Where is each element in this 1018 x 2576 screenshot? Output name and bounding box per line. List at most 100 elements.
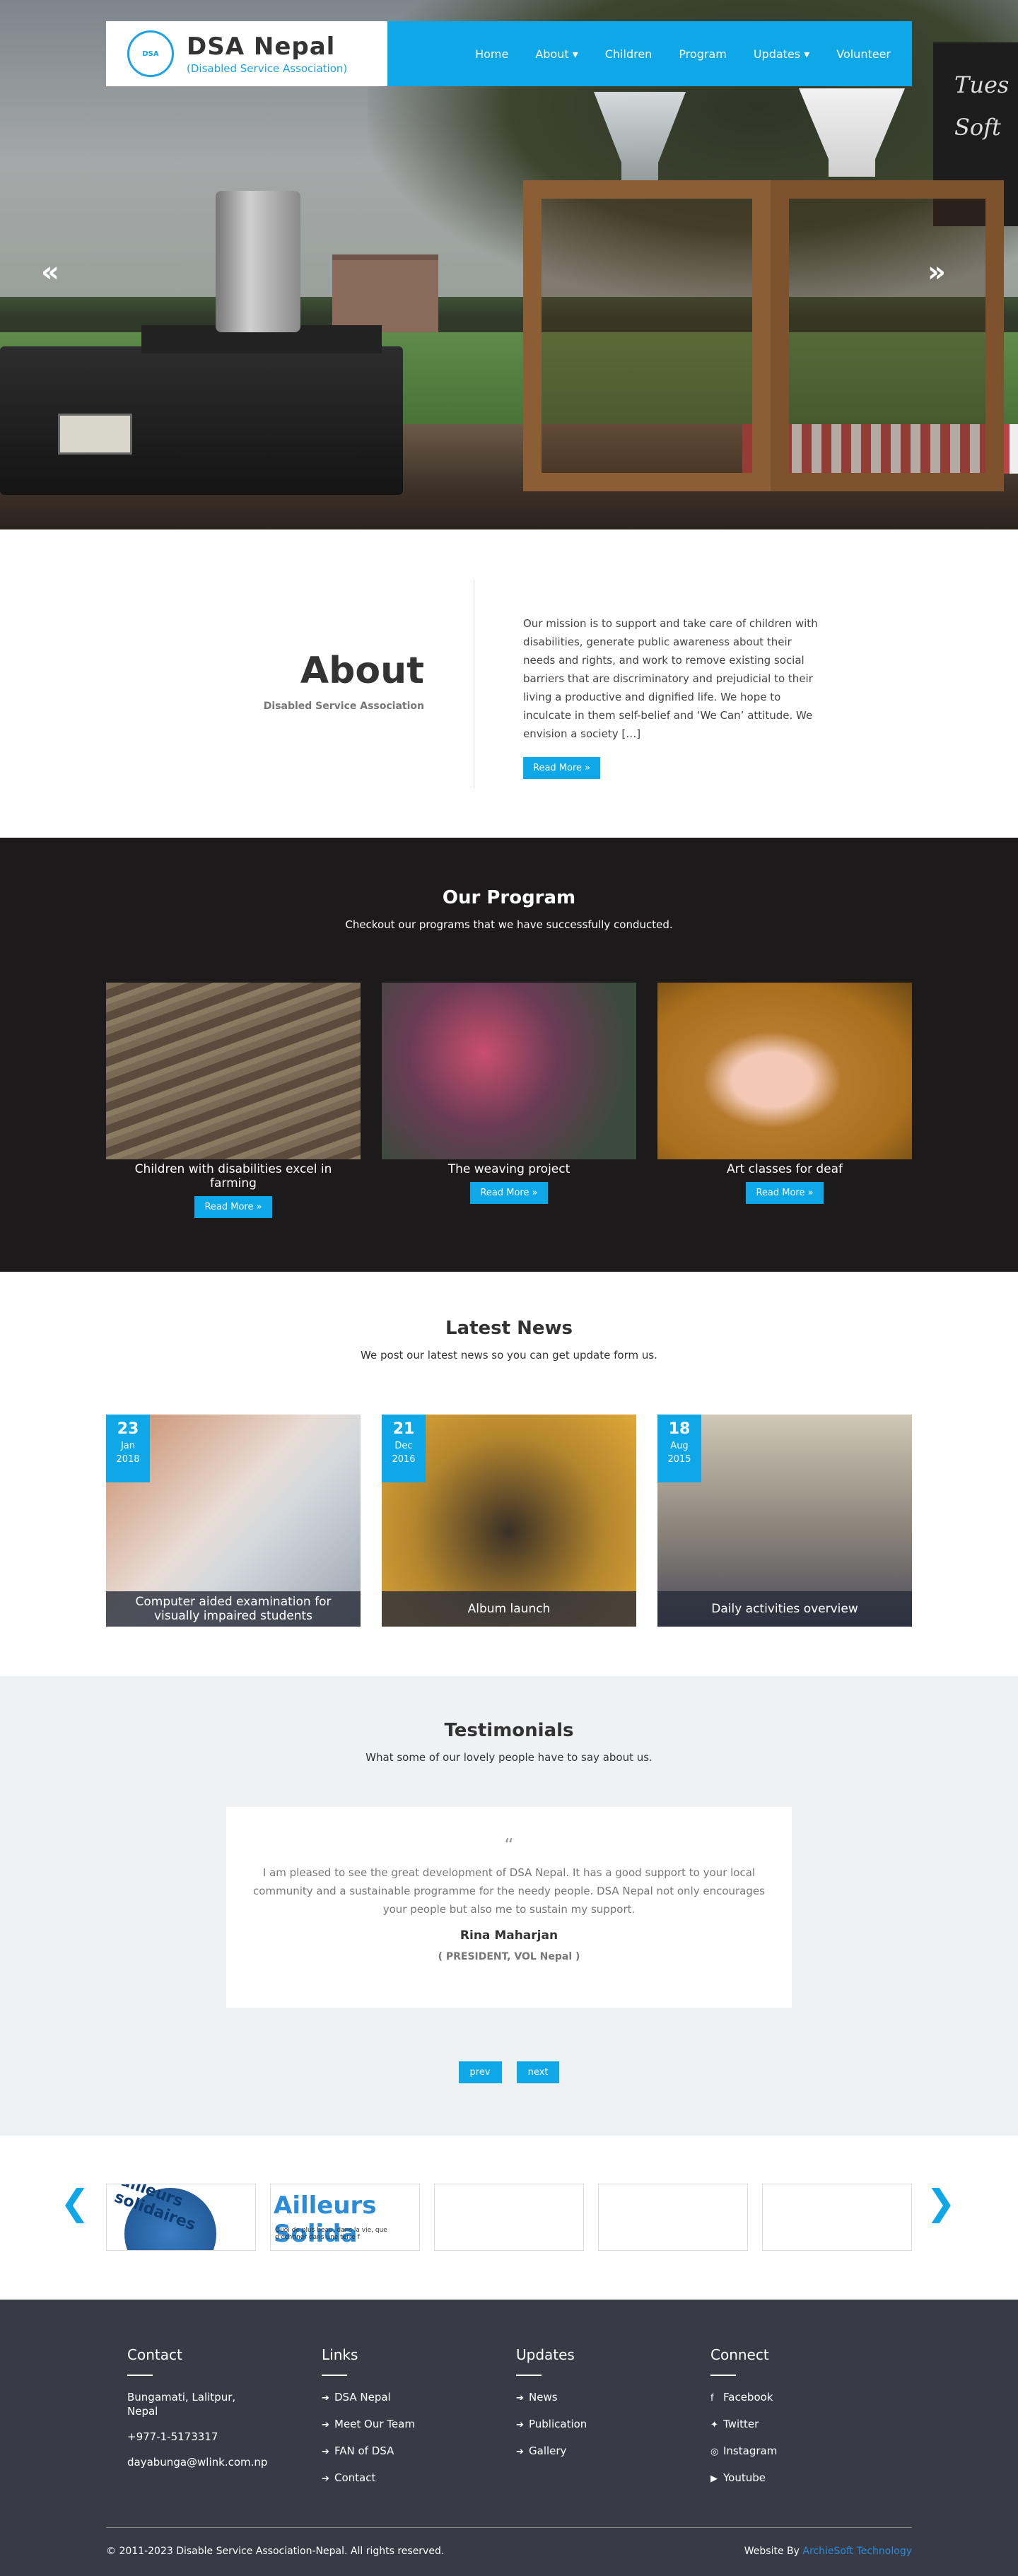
testimonial-card: “ I am pleased to see the great developm… — [226, 1807, 792, 2008]
program-caption[interactable]: Art classes for deaf — [657, 1162, 912, 1176]
news-caption[interactable]: Daily activities overview — [657, 1591, 912, 1627]
news-card[interactable]: 21 Dec 2016 Album launch — [382, 1415, 636, 1627]
instagram-icon: ◎ — [710, 2447, 719, 2457]
news-subtitle: We post our latest news so you can get u… — [361, 1349, 657, 1362]
news-year: 2016 — [392, 1454, 416, 1465]
arrow-right-icon: ➔ — [516, 2447, 524, 2457]
news-title: Latest News — [445, 1318, 573, 1339]
testimonial-nav: prev next — [0, 2061, 1018, 2083]
testimonial-text: I am pleased to see the great developmen… — [253, 1866, 765, 1916]
footer-link-dsa-nepal[interactable]: ➔ DSA Nepal — [322, 2390, 516, 2406]
program-read-more-button[interactable]: Read More » — [470, 1182, 548, 1204]
testimonial-prev-button[interactable]: prev — [458, 2061, 502, 2083]
footer-link-label: Twitter — [723, 2418, 759, 2430]
program-image-farming[interactable] — [106, 983, 361, 1159]
program-read-more-button[interactable]: Read More » — [194, 1196, 272, 1218]
news-day: 18 — [668, 1420, 691, 1438]
footer-youtube-link[interactable]: ▶ Youtube — [710, 2471, 905, 2486]
footer-instagram-link[interactable]: ◎ Instagram — [710, 2444, 905, 2459]
footer-phone: +977-1-5173317 — [127, 2430, 218, 2443]
brand-subtitle: (Disabled Service Association) — [187, 62, 348, 75]
testimonial-next-button[interactable]: next — [516, 2061, 560, 2083]
footer-link-fan[interactable]: ➔ FAN of DSA — [322, 2444, 516, 2459]
program-image-weaving[interactable] — [382, 983, 636, 1159]
partner-logo[interactable]: Ailleurs Solida Quoi de plus beau, dans l… — [270, 2184, 420, 2251]
about-body: Our mission is to support and take care … — [523, 614, 820, 779]
program-caption[interactable]: Children with disabilities excel in farm… — [106, 1162, 361, 1190]
partner-logo-empty[interactable] — [762, 2184, 912, 2251]
footer-underline — [710, 2375, 736, 2376]
program-cards: Children with disabilities excel in farm… — [106, 983, 912, 1218]
nav-updates[interactable]: Updates ▾ — [754, 47, 809, 61]
news-caption[interactable]: Computer aided examination for visually … — [106, 1591, 361, 1627]
nav-home[interactable]: Home — [475, 47, 508, 61]
program-image-art[interactable] — [657, 983, 912, 1159]
about-subtitle: Disabled Service Association — [263, 701, 424, 712]
facebook-icon: f — [710, 2393, 714, 2404]
site-footer: Contact Bungamati, Lalitpur, Nepal +977-… — [0, 2300, 1018, 2576]
footer-link-label: Facebook — [723, 2391, 773, 2404]
nav-children[interactable]: Children — [605, 47, 653, 61]
testimonial-name: Rina Maharjan — [460, 1928, 558, 1943]
chalkboard-text: Tues Soft — [954, 71, 1010, 141]
program-read-more-button[interactable]: Read More » — [746, 1182, 824, 1204]
footer-underline — [322, 2375, 347, 2376]
partner-logos: ailleurs solidaires Ailleurs Solida Quoi … — [106, 2184, 912, 2251]
news-year: 2015 — [667, 1454, 691, 1465]
youtube-icon: ▶ — [710, 2473, 718, 2484]
footer-twitter-link[interactable]: ✦ Twitter — [710, 2417, 905, 2432]
brand[interactable]: DSA DSA Nepal (Disabled Service Associat… — [106, 21, 387, 86]
stove-label — [58, 414, 132, 455]
footer-updates: Updates ➔ News ➔ Publication ➔ Gallery — [516, 2346, 710, 2498]
nav-program[interactable]: Program — [679, 47, 727, 61]
footer-link-gallery[interactable]: ➔ Gallery — [516, 2444, 710, 2459]
news-caption[interactable]: Album launch — [382, 1591, 636, 1627]
about-title: About — [300, 650, 424, 692]
footer-link-label: Contact — [334, 2471, 376, 2484]
footer-link-team[interactable]: ➔ Meet Our Team — [322, 2417, 516, 2432]
partners-prev-icon[interactable]: ❮ — [60, 2185, 90, 2220]
about-read-more-button[interactable]: Read More » — [523, 757, 601, 779]
footer-link-label: FAN of DSA — [334, 2445, 394, 2457]
footer-links: Links ➔ DSA Nepal ➔ Meet Our Team ➔ FAN of … — [322, 2346, 516, 2498]
news-card[interactable]: 23 Jan 2018 Computer aided examination f… — [106, 1415, 361, 1627]
footer-facebook-link[interactable]: f Facebook — [710, 2390, 905, 2406]
about-section: About Disabled Service Association Our m… — [0, 529, 1018, 838]
quote-icon: “ — [504, 1835, 514, 1856]
footer-link-contact[interactable]: ➔ Contact — [322, 2471, 516, 2486]
brand-title: DSA Nepal — [187, 33, 336, 61]
news-month: Aug — [670, 1441, 689, 1451]
arrow-right-icon: ➔ — [322, 2393, 329, 2404]
footer-link-label: Youtube — [723, 2471, 766, 2484]
footer-link-publication[interactable]: ➔ Publication — [516, 2417, 710, 2432]
program-card: Children with disabilities excel in farm… — [106, 983, 361, 1218]
program-caption[interactable]: The weaving project — [382, 1162, 636, 1176]
footer-link-label: Gallery — [529, 2445, 567, 2457]
nav-volunteer[interactable]: Volunteer — [836, 47, 891, 61]
footer-link-news[interactable]: ➔ News — [516, 2390, 710, 2406]
arrow-right-icon: ➔ — [322, 2420, 329, 2430]
footer-link-label: Publication — [529, 2418, 587, 2430]
partners-next-icon[interactable]: ❯ — [926, 2185, 956, 2220]
nav-about[interactable]: About ▾ — [535, 47, 578, 61]
arrow-right-icon: ➔ — [516, 2393, 524, 2404]
news-year: 2018 — [116, 1454, 140, 1465]
partner-logo-tagline: Quoi de plus beau, dans la vie, que d'éc… — [275, 2227, 387, 2241]
hero-wooden-stand-left — [523, 180, 771, 491]
partner-logo-empty[interactable] — [598, 2184, 748, 2251]
program-card: The weaving project Read More » — [382, 983, 636, 1218]
footer-contact: Contact Bungamati, Lalitpur, Nepal +977-… — [127, 2346, 322, 2498]
slider-next-icon[interactable]: » — [928, 258, 946, 286]
footer-email[interactable]: dayabunga@wlink.com.np — [127, 2455, 322, 2469]
twitter-icon: ✦ — [710, 2420, 718, 2430]
about-heading: About Disabled Service Association — [106, 650, 424, 712]
footer-credit-prefix: Website By — [744, 2546, 800, 2557]
footer-credit-link[interactable]: ArchieSoft Technology — [802, 2546, 912, 2557]
partner-logo[interactable]: ailleurs solidaires — [106, 2184, 256, 2251]
news-card[interactable]: 18 Aug 2015 Daily activities overview — [657, 1415, 912, 1627]
site-header: DSA DSA Nepal (Disabled Service Associat… — [106, 21, 912, 86]
news-section: Latest News We post our latest news so y… — [0, 1272, 1018, 1676]
slider-prev-icon[interactable]: « — [41, 258, 59, 286]
footer-link-label: Meet Our Team — [334, 2418, 415, 2430]
partner-logo-empty[interactable] — [434, 2184, 584, 2251]
